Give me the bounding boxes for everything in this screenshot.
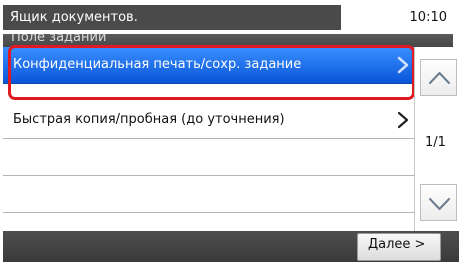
enter-icon — [442, 15, 454, 28]
scrollbar[interactable]: 1/1 — [414, 47, 459, 231]
page-title: Ящик документов. — [10, 10, 138, 25]
chevron-up-icon — [429, 72, 450, 84]
next-button-label: Далее > — [368, 237, 426, 252]
list-item-label: Быстрая копия/пробная (до уточнения) — [13, 112, 285, 127]
list-item-quick-copy[interactable]: Быстрая копия/пробная (до уточнения) — [3, 102, 414, 139]
scroll-up-button[interactable] — [420, 59, 457, 96]
status-bar: Ящик документов. 10:10 — [0, 0, 459, 34]
bottom-bar: Далее > — [3, 231, 459, 262]
page-indicator: 1/1 — [425, 135, 446, 150]
section-title: Поле заданий — [11, 34, 107, 45]
list-item-empty — [3, 176, 414, 213]
selection-highlight — [8, 45, 415, 100]
scroll-down-button[interactable] — [420, 184, 457, 221]
list-item-empty — [3, 139, 414, 176]
chevron-right-icon — [397, 111, 409, 129]
next-button[interactable]: Далее > — [357, 233, 441, 261]
chevron-down-icon — [429, 198, 450, 210]
